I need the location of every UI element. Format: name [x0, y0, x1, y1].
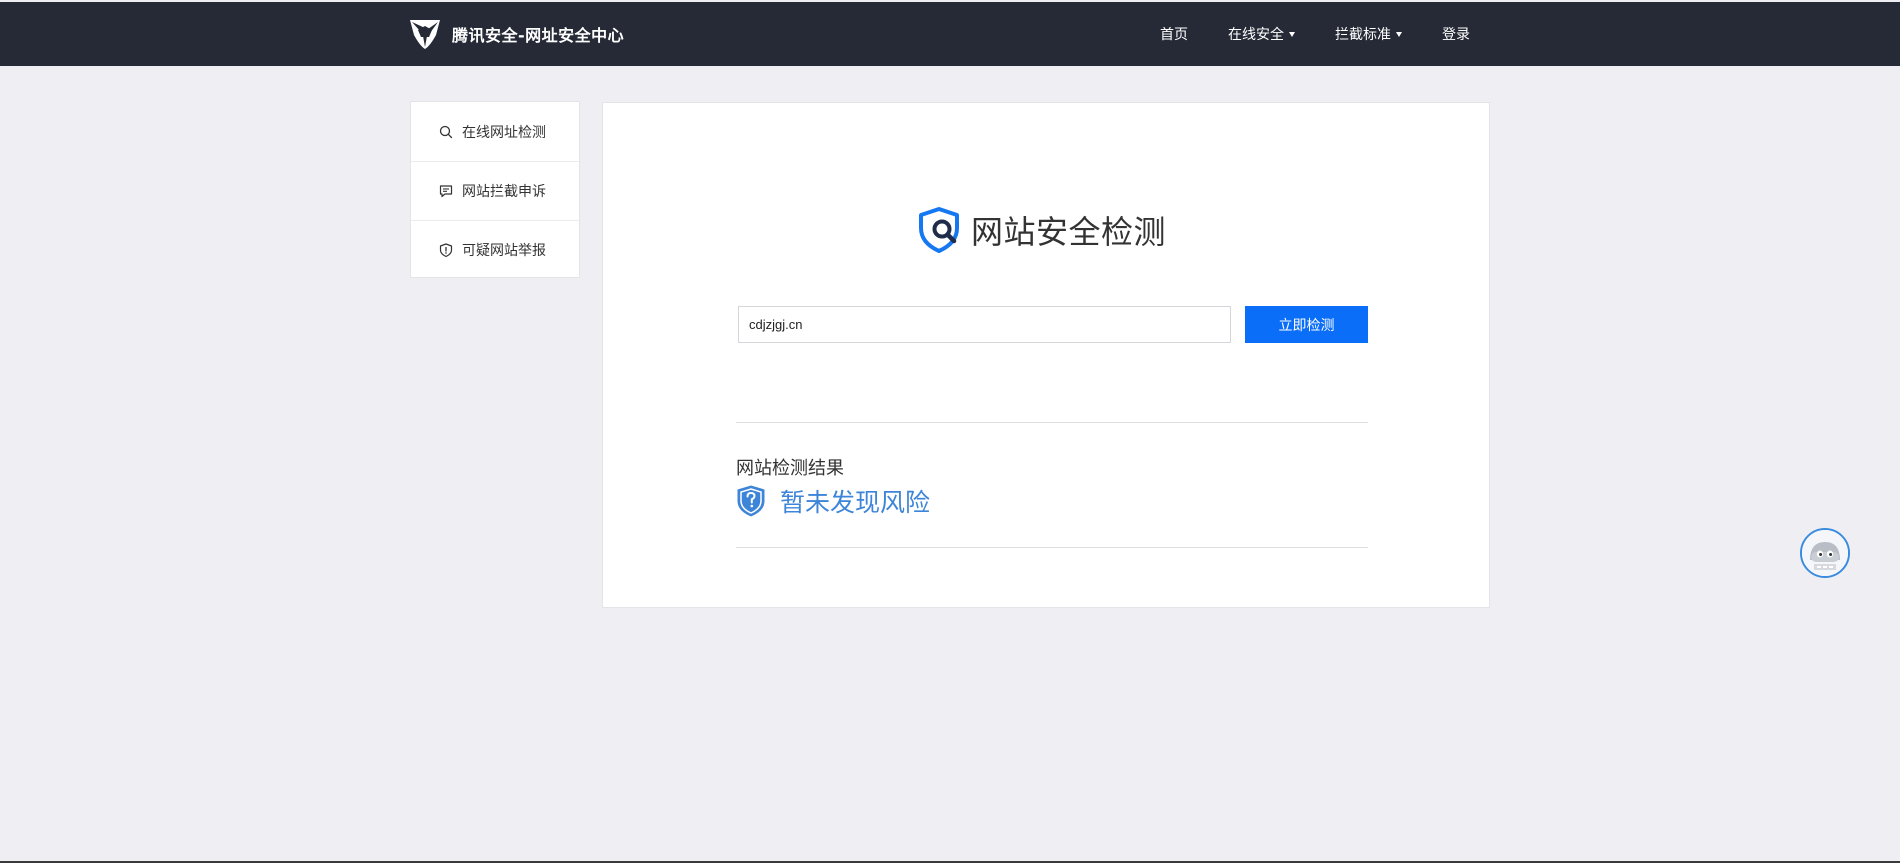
- sidebar-item-label: 在线网址检测: [462, 124, 546, 141]
- nav-home-label: 首页: [1160, 27, 1188, 43]
- shield-question-icon: [737, 485, 765, 517]
- result-heading: 网站检测结果: [736, 458, 844, 479]
- nav-online-security-label: 在线安全: [1228, 27, 1284, 43]
- hero-title-block: 网站安全检测: [917, 206, 1166, 254]
- robot-avatar-icon: [1802, 530, 1848, 576]
- caret-down-icon: [1289, 31, 1295, 37]
- nav-login-label: 登录: [1442, 27, 1470, 43]
- divider: [736, 547, 1368, 548]
- brand-name: 腾讯安全-网址安全中心: [452, 26, 625, 45]
- nav-login[interactable]: 登录: [1442, 24, 1470, 44]
- result-status-row: 暂未发现风险: [736, 484, 930, 518]
- shield-search-logo-icon: [919, 207, 959, 253]
- shield-alert-icon: [439, 243, 453, 258]
- main-card: 网站安全检测 立即检测 网站检测结果 暂未发现风险: [602, 102, 1490, 608]
- brand[interactable]: 腾讯安全-网址安全中心: [408, 16, 624, 52]
- sidebar-item-appeal[interactable]: 网站拦截申诉: [411, 161, 579, 220]
- caret-down-icon: [1396, 31, 1402, 37]
- divider: [736, 422, 1368, 423]
- nav-interception-standards[interactable]: 拦截标准: [1335, 24, 1402, 44]
- tencent-security-logo-icon: [410, 20, 440, 49]
- search-icon: [439, 125, 453, 138]
- sidebar-item-label: 网站拦截申诉: [462, 184, 546, 200]
- sidebar-item-url-check[interactable]: 在线网址检测: [411, 102, 579, 161]
- url-input[interactable]: [738, 306, 1231, 343]
- nav-interception-standards-label: 拦截标准: [1335, 27, 1391, 43]
- message-icon: [439, 185, 453, 198]
- top-navbar: 腾讯安全-网址安全中心 首页 在线安全 拦截标准 登录: [0, 2, 1900, 66]
- nav-online-security[interactable]: 在线安全: [1228, 24, 1295, 44]
- main-nav: 首页 在线安全 拦截标准 登录: [1160, 2, 1470, 66]
- assistant-avatar-button[interactable]: [1800, 528, 1850, 578]
- result-status: 暂未发现风险: [780, 488, 931, 517]
- sidebar: 在线网址检测 网站拦截申诉 可疑网站举报: [410, 101, 580, 278]
- check-now-button[interactable]: 立即检测: [1245, 306, 1368, 343]
- sidebar-item-report[interactable]: 可疑网站举报: [411, 220, 579, 279]
- page-title: 网站安全检测: [971, 213, 1167, 251]
- sidebar-item-label: 可疑网站举报: [462, 243, 546, 259]
- nav-home[interactable]: 首页: [1160, 24, 1188, 44]
